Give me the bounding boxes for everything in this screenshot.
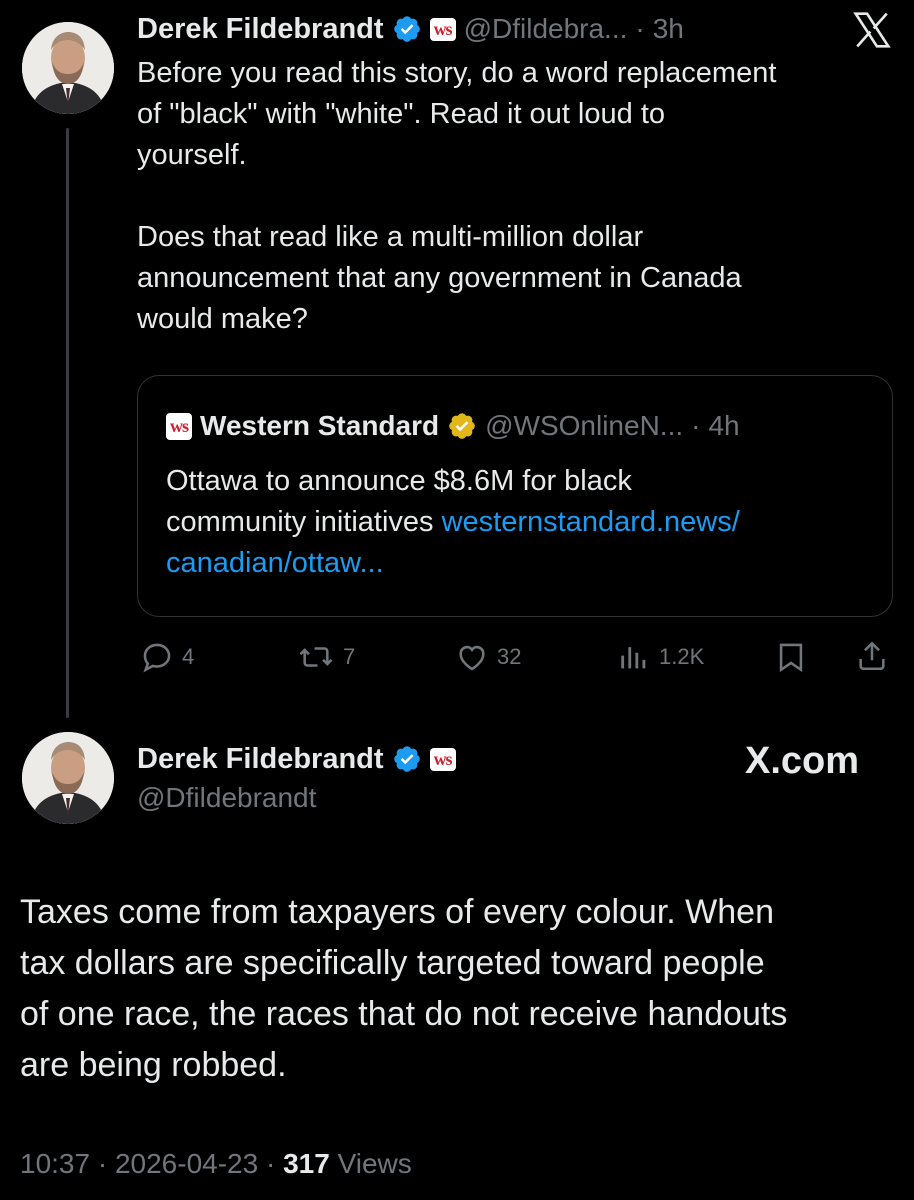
quote-text: community initiatives [166, 506, 442, 538]
quoted-tweet-card[interactable]: ws Western Standard @WSOnlineN... · 4h O… [137, 375, 893, 617]
tweet2-line: Taxes come from taxpayers of every colou… [20, 893, 774, 931]
author-name[interactable]: Derek Fildebrandt [137, 13, 384, 46]
tweet-time[interactable]: 3h [653, 13, 684, 45]
views-count: 1.2K [659, 644, 705, 669]
quote-text-line: community initiatives westernstandard.ne… [166, 502, 886, 543]
tweet1-line: would make? [137, 303, 308, 335]
post-date[interactable]: 2026-04-23 [115, 1148, 258, 1179]
post-time[interactable]: 10:37 [20, 1148, 90, 1179]
repost-icon [299, 647, 333, 667]
ws-logo-avatar[interactable]: ws [166, 412, 193, 440]
tweet1-body: Before you read this story, do a word re… [137, 53, 897, 340]
repost-count: 7 [343, 644, 356, 669]
separator: · [97, 1148, 108, 1179]
author-handle[interactable]: @Dfildebra... [464, 13, 628, 45]
avatar-photo [22, 22, 114, 114]
tweet1-line: Before you read this story, do a word re… [137, 57, 777, 89]
tweet2-line: tax dollars are specifically targeted to… [20, 944, 765, 982]
views-button[interactable]: 1.2K [617, 640, 704, 674]
tweet1-line: yourself. [137, 139, 247, 171]
repost-button[interactable]: 7 [297, 640, 355, 674]
tweet1-line [137, 176, 897, 217]
like-button[interactable]: 32 [455, 640, 521, 674]
author-name[interactable]: Derek Fildebrandt [137, 743, 384, 776]
reply-icon [143, 643, 171, 673]
ws-affiliate-badge: ws [429, 17, 456, 41]
author-handle[interactable]: @Dfildebrandt [137, 782, 316, 814]
ws-affiliate-badge: ws [429, 747, 456, 771]
tweet2-header: Derek Fildebrandt ws [137, 738, 456, 780]
quote-time[interactable]: 4h [708, 410, 739, 442]
separator: · [691, 410, 701, 441]
separator: · [635, 13, 645, 44]
views-label: Views [337, 1148, 412, 1179]
tweet1-line: of "black" with "white". Read it out lou… [137, 98, 666, 130]
bookmark-icon[interactable] [774, 640, 808, 674]
separator: · [265, 1148, 276, 1179]
gold-verified-badge-icon [449, 413, 475, 439]
tweet-metadata: 10:37 · 2026-04-23 · 317 Views [20, 1148, 412, 1180]
like-icon [459, 645, 485, 671]
avatar[interactable] [22, 732, 114, 824]
tweet2-line: are being robbed. [20, 1046, 287, 1084]
quote-author-name[interactable]: Western Standard [200, 410, 439, 442]
tweet1-line: announcement that any government in Cana… [137, 262, 742, 294]
quote-text-line: Ottawa to announce $8.6M for black [166, 465, 632, 497]
tweet1-line: Does that read like a multi-million doll… [137, 221, 644, 253]
x-logo-icon [853, 12, 891, 48]
quote-handle[interactable]: @WSOnlineN... [485, 410, 683, 442]
share-icon[interactable] [855, 638, 889, 674]
views-count: 317 [283, 1148, 330, 1179]
reply-button[interactable]: 4 [140, 640, 194, 674]
article-link-continued[interactable]: canadian/ottaw... [166, 543, 886, 584]
verified-badge-icon [393, 16, 420, 42]
views-icon [621, 647, 646, 669]
x-com-brand: X.com [745, 740, 860, 782]
reply-count: 4 [182, 644, 195, 669]
thread-connector-line [66, 128, 69, 718]
verified-badge-icon [393, 746, 420, 772]
avatar[interactable] [22, 22, 114, 114]
tweet1-header: Derek Fildebrandt ws @Dfildebra... · 3h [137, 8, 684, 50]
quote-body: Ottawa to announce $8.6M for black commu… [166, 461, 886, 584]
like-count: 32 [497, 644, 522, 669]
article-link[interactable]: westernstandard.news/ [442, 506, 740, 538]
tweet2-line: of one race, the races that do not recei… [20, 995, 788, 1033]
tweet2-body: Taxes come from taxpayers of every colou… [20, 887, 900, 1091]
avatar-photo [22, 732, 114, 824]
quote-header: ws Western Standard @WSOnlineN... · 4h [166, 406, 740, 446]
